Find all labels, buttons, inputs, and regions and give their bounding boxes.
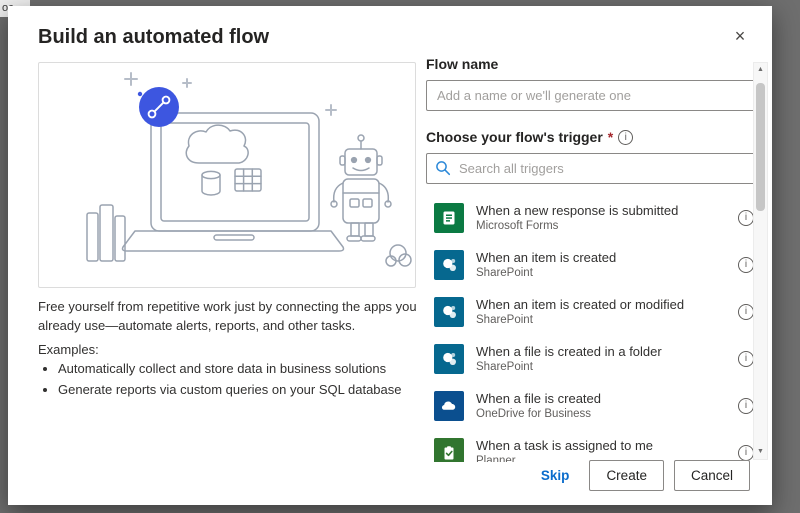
trigger-item[interactable]: When an item is created or modified Shar… bbox=[426, 288, 758, 335]
sharepoint-icon bbox=[434, 250, 464, 280]
info-icon[interactable]: i bbox=[738, 398, 754, 414]
example-item: Automatically collect and store data in … bbox=[58, 360, 418, 378]
search-triggers-input[interactable] bbox=[426, 153, 758, 184]
required-asterisk: * bbox=[608, 129, 613, 145]
info-icon[interactable]: i bbox=[738, 210, 754, 226]
trigger-service: Microsoft Forms bbox=[476, 220, 678, 232]
info-icon[interactable]: i bbox=[738, 304, 754, 320]
onedrive-icon bbox=[434, 391, 464, 421]
info-icon[interactable]: i bbox=[738, 445, 754, 461]
scrollbar-thumb[interactable] bbox=[756, 83, 765, 211]
dialog-title: Build an automated flow bbox=[38, 26, 269, 49]
trigger-item[interactable]: When a file is created in a folder Share… bbox=[426, 335, 758, 382]
sharepoint-icon bbox=[434, 297, 464, 327]
examples-list: Automatically collect and store data in … bbox=[42, 360, 418, 401]
info-icon[interactable]: i bbox=[738, 351, 754, 367]
illustration-graphic bbox=[39, 63, 416, 287]
trigger-title: When an item is created or modified bbox=[476, 297, 684, 312]
trigger-service: SharePoint bbox=[476, 361, 662, 373]
microsoft-forms-icon bbox=[434, 203, 464, 233]
trigger-service: SharePoint bbox=[476, 314, 684, 326]
skip-button[interactable]: Skip bbox=[541, 468, 570, 483]
trigger-title: When a new response is submitted bbox=[476, 203, 678, 218]
trigger-item[interactable]: When a task is assigned to me Planner i bbox=[426, 429, 758, 462]
trigger-item[interactable]: When a file is created OneDrive for Busi… bbox=[426, 382, 758, 429]
trigger-item[interactable]: When a new response is submitted Microso… bbox=[426, 194, 758, 241]
trigger-title: When an item is created bbox=[476, 250, 616, 265]
trigger-list: When a new response is submitted Microso… bbox=[426, 194, 758, 462]
trigger-title: When a task is assigned to me bbox=[476, 438, 653, 453]
search-icon bbox=[435, 160, 451, 176]
trigger-title: When a file is created bbox=[476, 391, 601, 406]
example-item: Generate reports via custom queries on y… bbox=[58, 381, 418, 399]
screen: oc Build an automated flow × bbox=[0, 0, 800, 513]
trigger-label: Choose your flow's trigger bbox=[426, 129, 603, 145]
close-icon[interactable]: × bbox=[726, 22, 754, 50]
flow-form: Flow name Choose your flow's trigger * i bbox=[426, 56, 758, 462]
flow-name-label: Flow name bbox=[426, 56, 758, 72]
sharepoint-icon bbox=[434, 344, 464, 374]
trigger-service: SharePoint bbox=[476, 267, 616, 279]
trigger-search bbox=[426, 153, 758, 184]
scroll-up-icon[interactable]: ▲ bbox=[754, 63, 767, 77]
build-automated-flow-dialog: Build an automated flow × bbox=[8, 6, 772, 505]
info-icon[interactable]: i bbox=[738, 257, 754, 273]
trigger-service: OneDrive for Business bbox=[476, 408, 601, 420]
vertical-scrollbar[interactable]: ▲ ▼ bbox=[753, 62, 768, 460]
cancel-button[interactable]: Cancel bbox=[674, 460, 750, 491]
scrollbar-track[interactable] bbox=[754, 77, 767, 445]
planner-icon bbox=[434, 438, 464, 463]
intro-description: Free yourself from repetitive work just … bbox=[38, 298, 418, 336]
scroll-down-icon[interactable]: ▼ bbox=[754, 445, 767, 459]
examples-heading: Examples: bbox=[38, 342, 99, 357]
flow-illustration bbox=[38, 62, 416, 288]
create-button[interactable]: Create bbox=[589, 460, 664, 491]
trigger-title: When a file is created in a folder bbox=[476, 344, 662, 359]
trigger-label-row: Choose your flow's trigger * i bbox=[426, 129, 758, 145]
dialog-footer: Skip Create Cancel bbox=[541, 460, 750, 491]
trigger-item[interactable]: When an item is created SharePoint i bbox=[426, 241, 758, 288]
flow-name-input[interactable] bbox=[426, 80, 758, 111]
info-icon[interactable]: i bbox=[618, 130, 633, 145]
